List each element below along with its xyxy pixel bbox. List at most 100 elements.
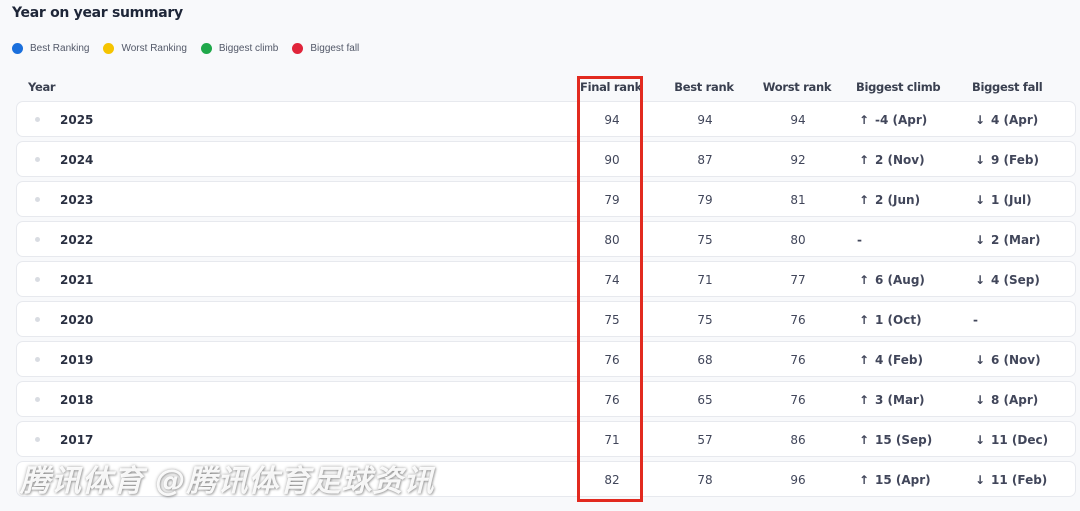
fall-value: - [973,313,978,327]
arrow-down-icon: ↓ [974,113,986,127]
best-rank-cell: 94 [697,113,713,127]
legend-label: Worst Ranking [121,43,187,54]
column-header-year[interactable]: Year [28,80,56,94]
biggest-climb-cell: ↑ 1 (Oct) [857,313,922,327]
worst-rank-cell: 94 [790,113,806,127]
year-cell: 2023 [60,193,94,207]
fall-value: 4 (Apr) [991,113,1039,127]
arrow-down-icon: ↓ [974,233,986,247]
row-bullet-icon [35,197,40,202]
best-rank-cell: 71 [697,273,713,287]
best-rank-cell: 79 [697,193,713,207]
row-bullet-icon [35,157,40,162]
arrow-down-icon: ↓ [974,193,986,207]
year-cell: 2017 [60,433,94,447]
biggest-fall-cell: ↓ 4 (Apr) [973,113,1038,127]
worst-rank-cell: 92 [790,153,806,167]
column-header-worst-rank[interactable]: Worst rank [763,80,832,94]
worst-rank-cell: 96 [790,473,806,487]
biggest-fall-cell: ↓ 6 (Nov) [973,353,1041,367]
table-row[interactable]: 2017 71 57 86 ↑ 15 (Sep) ↓ 11 (Dec) [16,421,1076,457]
arrow-down-icon: ↓ [974,433,986,447]
arrow-up-icon: ↑ [858,433,870,447]
table-row[interactable]: 2024 90 87 92 ↑ 2 (Nov) ↓ 9 (Feb) [16,141,1076,177]
table-header: Year Final rank Best rank Worst rank Big… [0,80,1080,96]
row-bullet-icon [35,357,40,362]
biggest-fall-cell: ↓ 9 (Feb) [973,153,1039,167]
legend-label: Best Ranking [30,43,90,54]
arrow-up-icon: ↑ [858,393,870,407]
fall-value: 4 (Sep) [991,273,1040,287]
legend-item-best[interactable]: Best Ranking [12,43,89,54]
year-cell: 2025 [60,113,94,127]
table-row[interactable]: 2018 76 65 76 ↑ 3 (Mar) ↓ 8 (Apr) [16,381,1076,417]
climb-value: 15 (Apr) [875,473,931,487]
biggest-fall-cell: ↓ 4 (Sep) [973,273,1040,287]
fall-value: 1 (Jul) [991,193,1032,207]
row-bullet-icon [35,317,40,322]
table-row[interactable]: 2022 80 75 80 - ↓ 2 (Mar) [16,221,1076,257]
year-cell: 2018 [60,393,94,407]
biggest-climb-cell: ↑ 3 (Mar) [857,393,924,407]
legend-item-climb[interactable]: Biggest climb [200,43,279,54]
climb-value: 2 (Nov) [875,153,925,167]
watermark: 腾讯体育 @腾讯体育足球资讯 [20,464,435,499]
biggest-climb-cell: ↑ 4 (Feb) [857,353,923,367]
worst-rank-cell: 81 [790,193,806,207]
fall-value: 8 (Apr) [991,393,1039,407]
climb-value: 2 (Jun) [875,193,921,207]
worst-rank-cell: 77 [790,273,806,287]
table-row[interactable]: 2021 74 71 77 ↑ 6 (Aug) ↓ 4 (Sep) [16,261,1076,297]
worst-rank-cell: 80 [790,233,806,247]
arrow-down-icon: ↓ [974,473,986,487]
fall-value: 9 (Feb) [991,153,1039,167]
biggest-fall-cell: ↓ 2 (Mar) [973,233,1040,247]
biggest-climb-cell: ↑ 2 (Jun) [857,193,920,207]
best-rank-cell: 57 [697,433,713,447]
year-cell: 2021 [60,273,94,287]
year-cell: 2024 [60,153,94,167]
column-header-biggest-climb[interactable]: Biggest climb [856,80,941,94]
legend-dot-worst [103,43,115,54]
best-rank-cell: 65 [697,393,713,407]
legend-label: Biggest fall [310,43,360,54]
biggest-fall-cell: ↓ 11 (Feb) [973,473,1047,487]
fall-value: 11 (Dec) [991,433,1049,447]
best-rank-cell: 75 [697,233,713,247]
year-cell: 2020 [60,313,94,327]
arrow-up-icon: ↑ [858,473,870,487]
biggest-climb-cell: - [857,233,862,247]
biggest-climb-cell: ↑ -4 (Apr) [857,113,927,127]
column-header-best-rank[interactable]: Best rank [674,80,734,94]
fall-value: 2 (Mar) [991,233,1041,247]
fall-value: 11 (Feb) [991,473,1048,487]
legend-dot-climb [200,43,212,54]
legend-item-worst[interactable]: Worst Ranking [103,43,187,54]
climb-value: 3 (Mar) [875,393,925,407]
row-bullet-icon [35,397,40,402]
legend: Best Ranking Worst Ranking Biggest climb… [12,43,373,54]
arrow-down-icon: ↓ [974,273,986,287]
biggest-fall-cell: ↓ 8 (Apr) [973,393,1038,407]
table-row[interactable]: 2019 76 68 76 ↑ 4 (Feb) ↓ 6 (Nov) [16,341,1076,377]
legend-item-fall[interactable]: Biggest fall [292,43,359,54]
table-row[interactable]: 2025 94 94 94 ↑ -4 (Apr) ↓ 4 (Apr) [16,101,1076,137]
legend-label: Biggest climb [218,43,279,54]
worst-rank-cell: 76 [790,353,806,367]
year-cell: 2022 [60,233,94,247]
row-bullet-icon [35,437,40,442]
table-row[interactable]: 2023 79 79 81 ↑ 2 (Jun) ↓ 1 (Jul) [16,181,1076,217]
arrow-up-icon: ↑ [858,153,870,167]
arrow-up-icon: ↑ [858,113,870,127]
fall-value: 6 (Nov) [991,353,1041,367]
biggest-climb-cell: ↑ 15 (Apr) [857,473,931,487]
arrow-down-icon: ↓ [974,353,986,367]
table-row[interactable]: 2020 75 75 76 ↑ 1 (Oct) - [16,301,1076,337]
legend-dot-fall [292,43,304,54]
climb-value: - [857,233,862,247]
legend-dot-best [12,43,23,54]
biggest-fall-cell: ↓ 11 (Dec) [973,433,1048,447]
best-rank-cell: 68 [697,353,713,367]
row-bullet-icon [35,237,40,242]
column-header-biggest-fall[interactable]: Biggest fall [972,80,1043,94]
